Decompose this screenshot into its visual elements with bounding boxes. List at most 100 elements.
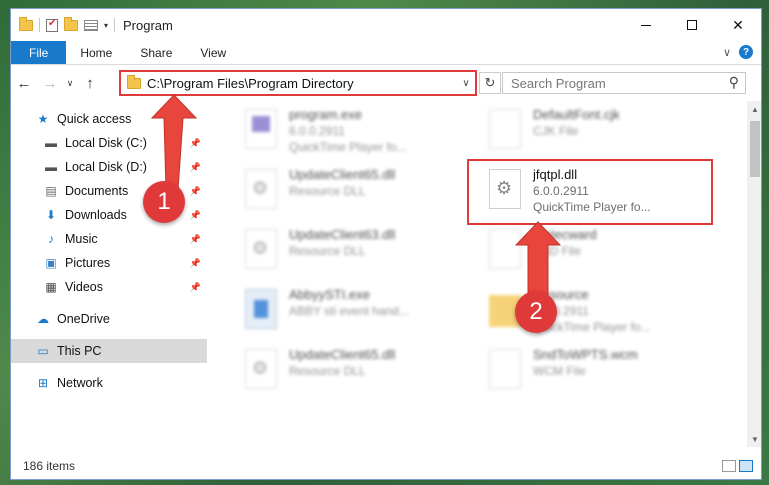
- file-name: DefaultFont.cjk: [533, 107, 620, 122]
- drive-icon: ▬: [45, 160, 57, 174]
- nav-item-onedrive[interactable]: ☁ OneDrive: [11, 307, 207, 331]
- nav-item-local-disk-d[interactable]: ▬ Local Disk (D:) 📌: [11, 155, 207, 179]
- maximize-button[interactable]: [669, 9, 715, 41]
- computer-icon: ▭: [37, 344, 49, 358]
- dll-file-icon: [245, 229, 277, 269]
- scrollbar-thumb[interactable]: [750, 121, 760, 177]
- folder-icon[interactable]: [19, 16, 33, 31]
- search-box[interactable]: Search Program ⚲: [502, 72, 746, 94]
- tiles-view-icon[interactable]: [739, 460, 753, 472]
- pin-icon[interactable]: 📌: [190, 282, 201, 293]
- file-list: program.exe 6.0.0.2911 QuickTime Player …: [207, 101, 761, 447]
- nav-label: Local Disk (C:): [65, 136, 147, 150]
- music-icon: ♪: [48, 232, 54, 246]
- file-item[interactable]: SndToWPTS.wcm WCM File: [481, 345, 711, 403]
- exe-file-icon: [245, 289, 277, 329]
- dll-file-icon: [245, 349, 277, 389]
- tab-share[interactable]: Share: [126, 41, 186, 64]
- pin-icon[interactable]: 📌: [190, 234, 201, 245]
- cloud-icon: ☁: [37, 312, 49, 326]
- file-description: ABBY sti event hand...: [289, 304, 409, 318]
- drive-icon: ▬: [45, 136, 57, 150]
- nav-label: Videos: [65, 280, 103, 294]
- scroll-up-icon[interactable]: ▲: [747, 101, 761, 117]
- search-icon[interactable]: ⚲: [729, 74, 739, 91]
- toolbar-separator: [39, 18, 40, 32]
- quick-access-toolbar: ▾: [11, 16, 116, 32]
- new-folder-icon[interactable]: [64, 16, 78, 31]
- scroll-down-icon[interactable]: ▼: [747, 431, 761, 447]
- nav-item-videos[interactable]: ▦ Videos 📌: [11, 275, 207, 299]
- expand-ribbon-chevron-icon[interactable]: ∨: [723, 46, 731, 59]
- up-arrow-icon[interactable]: ↑: [77, 75, 103, 92]
- nav-item-quick-access[interactable]: ★ Quick access: [11, 107, 207, 131]
- pin-icon[interactable]: 📌: [190, 186, 201, 197]
- pin-icon[interactable]: 📌: [190, 138, 201, 149]
- download-icon: ⬇: [45, 208, 57, 222]
- generic-file-icon: [489, 229, 521, 269]
- nav-item-local-disk-c[interactable]: ▬ Local Disk (C:) 📌: [11, 131, 207, 155]
- view-switcher: [722, 460, 753, 472]
- pin-icon[interactable]: 📌: [190, 258, 201, 269]
- minimize-button[interactable]: [623, 9, 669, 41]
- videos-icon: ▦: [45, 280, 57, 294]
- file-item[interactable]: UpdateClient65.dll Resource DLL: [237, 345, 467, 403]
- forward-arrow-icon[interactable]: →: [37, 75, 63, 92]
- address-path[interactable]: C:\Program Files\Program Directory: [147, 76, 457, 91]
- search-placeholder: Search Program: [511, 75, 606, 91]
- file-item[interactable]: UpdateClient63.dll Resource DLL: [237, 225, 467, 283]
- toolbar-separator: [114, 18, 116, 32]
- pin-icon[interactable]: 📌: [190, 162, 201, 173]
- file-name: UpdateClient63.dll: [289, 227, 396, 242]
- help-icon[interactable]: ?: [739, 45, 753, 59]
- status-bar: 186 items: [11, 451, 761, 479]
- file-type: CJK File: [533, 124, 579, 138]
- file-item[interactable]: UpdateClient65.dll Resource DLL: [237, 165, 467, 223]
- nav-item-this-pc[interactable]: ▭ This PC: [11, 339, 207, 363]
- file-item[interactable]: Matecward SND File: [481, 225, 711, 283]
- tab-home[interactable]: Home: [66, 41, 126, 64]
- item-count: 186 items: [23, 459, 76, 473]
- nav-item-network[interactable]: ⊞ Network: [11, 371, 207, 395]
- recent-locations-chevron-icon[interactable]: ∨: [63, 78, 77, 89]
- close-button[interactable]: ✕: [715, 9, 761, 41]
- address-dropdown-icon[interactable]: ∨: [457, 78, 475, 89]
- file-item[interactable]: DefaultFont.cjk CJK File: [481, 105, 711, 163]
- file-item[interactable]: program.exe 6.0.0.2911 QuickTime Player …: [237, 105, 467, 163]
- vertical-scrollbar[interactable]: ▲ ▼: [747, 101, 761, 447]
- back-arrow-icon[interactable]: ←: [11, 75, 37, 92]
- details-view-icon[interactable]: [722, 460, 736, 472]
- tab-file[interactable]: File: [11, 41, 67, 64]
- step-2-marker: 2: [515, 291, 557, 333]
- file-description: QuickTime Player fo...: [289, 140, 407, 154]
- file-name: SndToWPTS.wcm: [533, 347, 638, 362]
- network-icon: ⊞: [37, 376, 49, 390]
- tab-view[interactable]: View: [186, 41, 240, 64]
- properties-icon[interactable]: [46, 18, 58, 32]
- refresh-button[interactable]: ↻: [479, 72, 501, 94]
- file-name: Matecward: [533, 227, 597, 242]
- nav-label: Quick access: [57, 112, 132, 126]
- window-controls: ✕: [623, 9, 761, 41]
- address-bar[interactable]: C:\Program Files\Program Directory ∨: [119, 70, 477, 96]
- nav-label: Downloads: [65, 208, 127, 222]
- file-highlight-box: [467, 159, 713, 225]
- step-1-marker: 1: [143, 181, 185, 223]
- file-name: UpdateClient65.dll: [289, 347, 396, 362]
- documents-icon: ▤: [45, 184, 57, 198]
- nav-label: Local Disk (D:): [65, 160, 147, 174]
- file-version: 6.0.0.2911: [289, 124, 345, 138]
- file-type: SND File: [533, 244, 582, 258]
- minimize-icon: [641, 24, 651, 26]
- customize-toolbar-chevron-icon[interactable]: ▾: [104, 21, 108, 30]
- pin-icon[interactable]: 📌: [190, 210, 201, 221]
- nav-item-music[interactable]: ♪ Music 📌: [11, 227, 207, 251]
- window-title: Program: [123, 17, 173, 33]
- view-options-icon[interactable]: [84, 19, 98, 31]
- file-type: Resource DLL: [289, 244, 366, 258]
- nav-item-pictures[interactable]: ▣ Pictures 📌: [11, 251, 207, 275]
- file-item[interactable]: AbbyySTI.exe ABBY sti event hand...: [237, 285, 467, 343]
